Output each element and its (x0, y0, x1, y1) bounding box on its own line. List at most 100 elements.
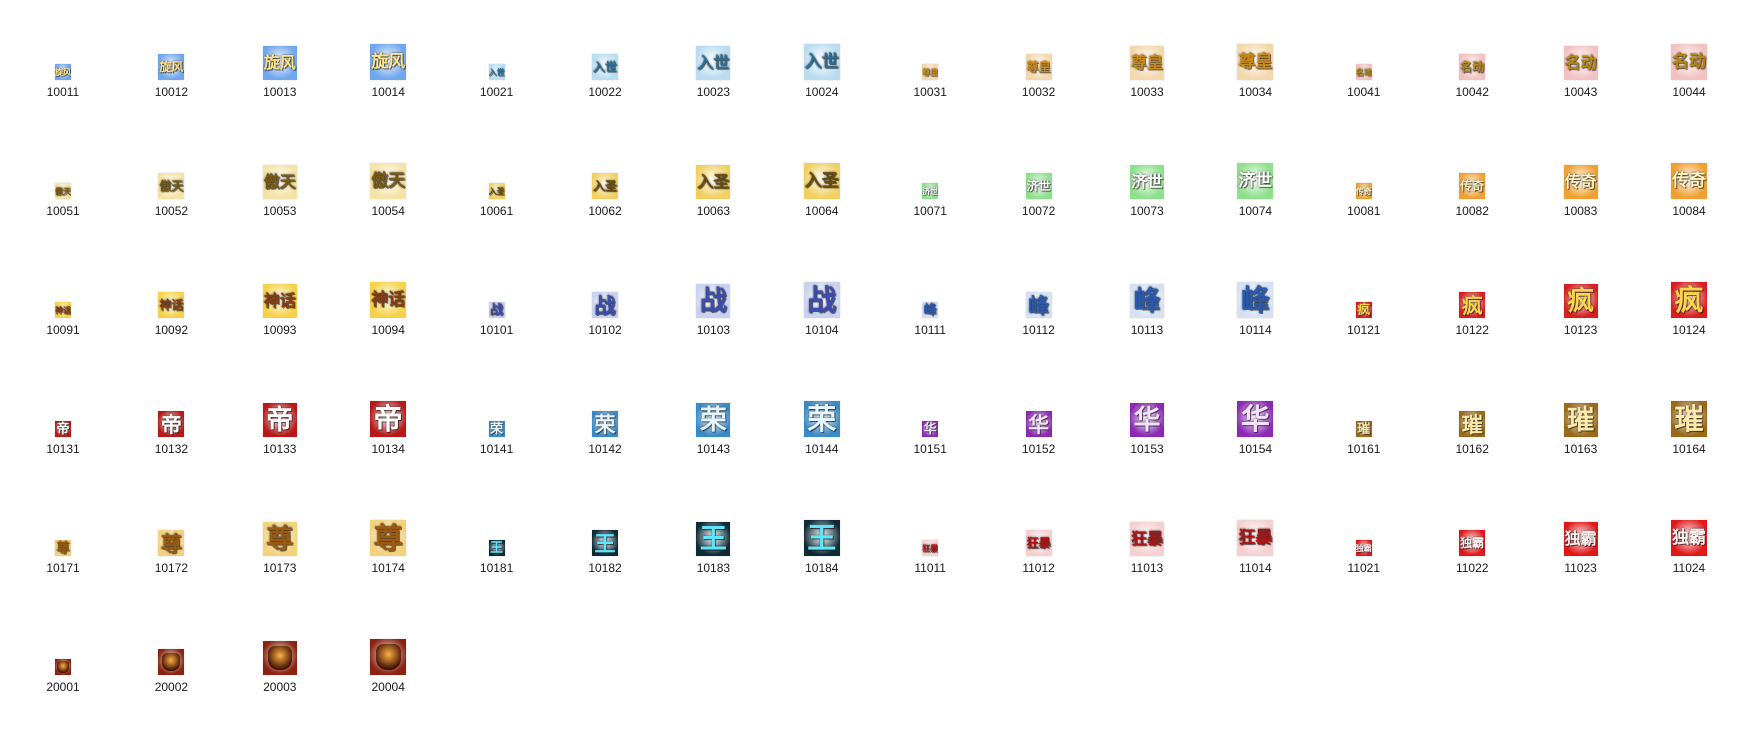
file-item[interactable]: 峰 10112 (989, 238, 1089, 344)
thumbnail-glyph: 王 (807, 520, 837, 555)
file-item[interactable]: 帝 10134 (338, 357, 438, 463)
file-item[interactable]: 帝 10131 (13, 357, 113, 463)
file-item[interactable]: 独霸 11023 (1531, 476, 1631, 582)
file-item[interactable]: 独霸 11024 (1639, 476, 1739, 582)
file-item[interactable]: 20003 (230, 595, 330, 701)
file-item[interactable]: 华 10151 (880, 357, 980, 463)
file-item[interactable]: 尊 10174 (338, 476, 438, 582)
file-item[interactable]: 璀 10162 (1422, 357, 1522, 463)
file-item[interactable]: 入圣 10061 (447, 119, 547, 225)
file-name-label: 10012 (154, 85, 189, 99)
file-item[interactable]: 入世 10023 (663, 0, 763, 106)
file-item[interactable]: 华 10153 (1097, 357, 1197, 463)
file-item[interactable]: 狂暴 11013 (1097, 476, 1197, 582)
file-item[interactable]: 疯 10123 (1531, 238, 1631, 344)
file-item[interactable]: 峰 10111 (880, 238, 980, 344)
file-item[interactable]: 战 10104 (772, 238, 872, 344)
file-item[interactable]: 入世 10022 (555, 0, 655, 106)
file-item[interactable]: 入世 10024 (772, 0, 872, 106)
thumbnail-glyph: 名动 (1355, 67, 1372, 77)
file-item[interactable]: 狂暴 11011 (880, 476, 980, 582)
file-item[interactable]: 疯 10122 (1422, 238, 1522, 344)
file-item[interactable]: 神话 10091 (13, 238, 113, 344)
file-item[interactable]: 狂暴 11012 (989, 476, 1089, 582)
file-item[interactable]: 传奇 10083 (1531, 119, 1631, 225)
file-item[interactable]: 济世 10071 (880, 119, 980, 225)
file-item[interactable]: 尊皇 10031 (880, 0, 980, 106)
thumbnail-glyph: 帝 (266, 404, 294, 436)
file-name-label: 11011 (914, 561, 946, 575)
file-item[interactable]: 济世 10072 (989, 119, 1089, 225)
file-item[interactable]: 旋风 10011 (13, 0, 113, 106)
file-item[interactable]: 傲天 10053 (230, 119, 330, 225)
image-thumbnail-icon: 传奇 (1671, 163, 1707, 199)
file-item[interactable]: 名动 10041 (1314, 0, 1414, 106)
file-item[interactable]: 荣 10144 (772, 357, 872, 463)
file-item[interactable]: 入世 10021 (447, 0, 547, 106)
file-item[interactable]: 旋风 10014 (338, 0, 438, 106)
file-item[interactable]: 战 10103 (663, 238, 763, 344)
file-item[interactable]: 神话 10092 (121, 238, 221, 344)
file-item[interactable]: 璀 10163 (1531, 357, 1631, 463)
file-item[interactable]: 神话 10093 (230, 238, 330, 344)
file-item[interactable]: 20001 (13, 595, 113, 701)
file-item[interactable]: 峰 10114 (1205, 238, 1305, 344)
file-item[interactable]: 传奇 10081 (1314, 119, 1414, 225)
file-item[interactable]: 傲天 10054 (338, 119, 438, 225)
file-item[interactable]: 入圣 10062 (555, 119, 655, 225)
file-item[interactable]: 璀 10161 (1314, 357, 1414, 463)
file-item[interactable]: 疯 10121 (1314, 238, 1414, 344)
file-name-label: 10173 (263, 561, 297, 575)
file-item[interactable]: 帝 10132 (121, 357, 221, 463)
image-thumbnail-icon: 神话 (370, 282, 407, 318)
file-item[interactable]: 传奇 10084 (1639, 119, 1739, 225)
file-item[interactable]: 尊皇 10032 (989, 0, 1089, 106)
file-item[interactable]: 狂暴 11014 (1205, 476, 1305, 582)
file-item[interactable]: 独霸 11022 (1422, 476, 1522, 582)
file-item[interactable]: 20002 (121, 595, 221, 701)
file-item[interactable]: 王 10183 (663, 476, 763, 582)
file-item[interactable]: 传奇 10082 (1422, 119, 1522, 225)
file-item[interactable]: 璀 10164 (1639, 357, 1739, 463)
file-item[interactable]: 王 10184 (772, 476, 872, 582)
file-item[interactable]: 荣 10142 (555, 357, 655, 463)
file-item[interactable]: 帝 10133 (230, 357, 330, 463)
file-item[interactable]: 济世 10074 (1205, 119, 1305, 225)
thumbnail-glyph: 独霸 (1672, 527, 1706, 548)
file-name-label: 10054 (371, 204, 405, 218)
file-item[interactable]: 王 10181 (447, 476, 547, 582)
file-item[interactable]: 入圣 10063 (663, 119, 763, 225)
file-item[interactable]: 华 10152 (989, 357, 1089, 463)
thumbnail-glyph: 荣 (594, 411, 616, 437)
file-item[interactable]: 华 10154 (1205, 357, 1305, 463)
file-item[interactable]: 荣 10143 (663, 357, 763, 463)
file-name-label: 11022 (1455, 561, 1489, 575)
file-item[interactable]: 战 10101 (447, 238, 547, 344)
file-item[interactable]: 名动 10044 (1639, 0, 1739, 106)
armor-emblem-icon (57, 661, 69, 673)
file-item[interactable]: 尊 10173 (230, 476, 330, 582)
file-name-label: 10144 (805, 442, 839, 456)
file-item[interactable]: 王 10182 (555, 476, 655, 582)
file-item[interactable]: 旋风 10013 (230, 0, 330, 106)
file-item[interactable]: 尊皇 10034 (1205, 0, 1305, 106)
file-item[interactable]: 尊 10172 (121, 476, 221, 582)
file-item[interactable]: 疯 10124 (1639, 238, 1739, 344)
file-item[interactable]: 傲天 10052 (121, 119, 221, 225)
file-item[interactable]: 独霸 11021 (1314, 476, 1414, 582)
file-name-label: 11013 (1130, 561, 1164, 575)
file-item[interactable]: 尊 10171 (13, 476, 113, 582)
file-item[interactable]: 峰 10113 (1097, 238, 1197, 344)
file-item[interactable]: 神话 10094 (338, 238, 438, 344)
file-item[interactable]: 名动 10042 (1422, 0, 1522, 106)
file-item[interactable]: 尊皇 10033 (1097, 0, 1197, 106)
file-item[interactable]: 济世 10073 (1097, 119, 1197, 225)
image-thumbnail-icon: 入圣 (803, 163, 840, 199)
file-item[interactable]: 旋风 10012 (121, 0, 221, 106)
file-item[interactable]: 荣 10141 (447, 357, 547, 463)
file-item[interactable]: 入圣 10064 (772, 119, 872, 225)
file-item[interactable]: 战 10102 (555, 238, 655, 344)
file-item[interactable]: 20004 (338, 595, 438, 701)
file-item[interactable]: 名动 10043 (1531, 0, 1631, 106)
file-item[interactable]: 傲天 10051 (13, 119, 113, 225)
